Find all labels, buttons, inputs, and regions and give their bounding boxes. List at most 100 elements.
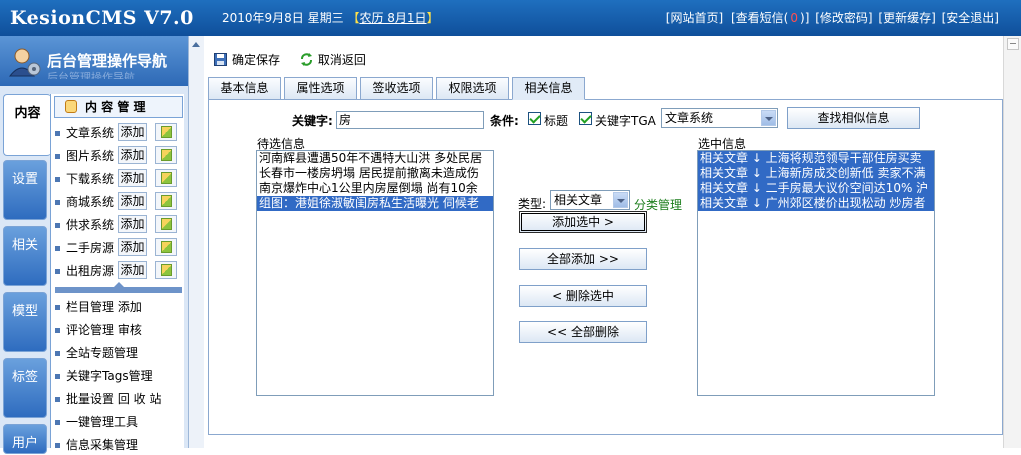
top-header: KesionCMS V7.0 2010年9月8日 星期三 【农历 8月1日】 [… [0, 0, 1021, 36]
add-all-button[interactable]: 全部添加 >> [519, 248, 647, 270]
save-label: 确定保存 [232, 53, 281, 67]
tab-attributes[interactable]: 属性选项 [284, 77, 357, 100]
vtab-model[interactable]: 模型 [3, 292, 47, 352]
bullet-icon [55, 246, 60, 251]
vtab-users[interactable]: 用户 [3, 424, 47, 454]
bullet-icon [55, 328, 60, 333]
candidate-item-selected[interactable]: 组图：港姐徐淑敏闺房私生活曝光 伺候老 [257, 196, 493, 211]
type-select[interactable]: 相关文章 [550, 190, 630, 210]
edit-download-button[interactable] [155, 169, 177, 187]
delete-all-button[interactable]: << 全部删除 [519, 321, 647, 343]
menu-column-manage[interactable]: 栏目管理 添加 [55, 298, 142, 315]
vtab-users-label: 用户 [12, 436, 38, 451]
messages-link[interactable]: [查看短信(0)] [729, 11, 809, 25]
selected-list[interactable]: 相关文章 ↓ 上海将规范领导干部住房买卖 相关文章 ↓ 上海新房成交创新低 卖家… [697, 150, 935, 396]
scroll-up-arrow-icon[interactable] [191, 39, 202, 50]
vtab-content[interactable]: 内容 [3, 94, 51, 156]
refresh-icon [300, 53, 312, 66]
menu-supply-system[interactable]: 供求系统 [55, 216, 114, 233]
keyword-label: 关键字: [292, 114, 333, 128]
sidebar-scrollbar[interactable] [188, 36, 204, 448]
add-selected-button[interactable]: 添加选中 > [519, 211, 647, 233]
keyword-tag-checkbox[interactable] [579, 112, 592, 125]
add-image-button[interactable]: 添加 [118, 146, 147, 164]
menu-item-label: 出租房源 [66, 264, 115, 278]
add-shop-button[interactable]: 添加 [118, 192, 147, 210]
menu-collector-manage[interactable]: 信息采集管理 [55, 436, 138, 453]
menu-item-label: 批量设置 回 收 站 [66, 392, 162, 406]
bullet-icon [55, 374, 60, 379]
menu-batch-settings[interactable]: 批量设置 回 收 站 [55, 390, 161, 407]
edit-shop-button[interactable] [155, 192, 177, 210]
messages-link-suffix: )] [800, 11, 810, 25]
selected-item[interactable]: 相关文章 ↓ 二手房最大议价空间达10% 沪 [698, 181, 934, 196]
menu-item-label: 信息采集管理 [66, 438, 139, 452]
edit-pencil-icon [161, 264, 172, 276]
candidate-item[interactable]: 长春市一楼房坍塌 居民提前撤离未造成伤 [257, 166, 493, 181]
menu-item-label: 供求系统 [66, 218, 115, 232]
vtab-related[interactable]: 相关 [3, 226, 47, 286]
menu-item-label: 栏目管理 添加 [66, 300, 142, 314]
selected-item[interactable]: 相关文章 ↓ 上海将规范领导干部住房买卖 [698, 151, 934, 166]
tab-basic-info[interactable]: 基本信息 [208, 77, 281, 100]
title-checkbox[interactable] [528, 112, 541, 125]
sidebar-header: 后台管理操作导航 后台管理操作导航 [0, 36, 188, 86]
candidate-item[interactable]: 河南辉县遭遇50年不遇特大山洪 多处民居 [257, 151, 493, 166]
page-scrollbar[interactable] [1003, 36, 1021, 448]
menu-oneclick-tools[interactable]: 一键管理工具 [55, 413, 138, 430]
menu-comment-manage[interactable]: 评论管理 审核 [55, 321, 142, 338]
logout-link[interactable]: [安全退出] [942, 11, 999, 25]
add-secondhand-button[interactable]: 添加 [118, 238, 147, 256]
menu-article-system[interactable]: 文章系统 [55, 124, 114, 141]
menu-secondhand-house[interactable]: 二手房源 [55, 239, 114, 256]
bullet-icon [55, 200, 60, 205]
collapse-arrow-icon [114, 282, 124, 287]
vtab-tags[interactable]: 标签 [3, 358, 47, 418]
system-select-value: 文章系统 [665, 111, 714, 125]
tab-signoff[interactable]: 签收选项 [360, 77, 433, 100]
tab-related-info[interactable]: 相关信息 [512, 77, 585, 100]
candidates-list[interactable]: 河南辉县遭遇50年不遇特大山洪 多处民居 长春市一楼房坍塌 居民提前撤离未造成伤… [256, 150, 494, 396]
menu-tags-manage[interactable]: 关键字Tags管理 [55, 367, 153, 384]
menu-shop-system[interactable]: 商城系统 [55, 193, 114, 210]
keyword-input[interactable]: 房 [336, 111, 484, 129]
candidate-item[interactable]: 南京爆炸中心1公里内房屋倒塌 尚有10余 [257, 181, 493, 196]
menu-rental-house[interactable]: 出租房源 [55, 262, 114, 279]
scroll-up-button[interactable] [1007, 38, 1019, 50]
edit-image-button[interactable] [155, 146, 177, 164]
update-cache-link[interactable]: [更新缓存] [878, 11, 935, 25]
find-similar-button[interactable]: 查找相似信息 [787, 107, 920, 129]
bullet-icon [55, 397, 60, 402]
edit-article-button[interactable] [155, 123, 177, 141]
cancel-back-button[interactable]: 取消返回 [300, 51, 366, 68]
lunar-date-link[interactable]: 农历 8月1日 [359, 11, 426, 25]
menu-image-system[interactable]: 图片系统 [55, 147, 114, 164]
menu-item-label: 下载系统 [66, 172, 115, 186]
tab-permissions[interactable]: 权限选项 [436, 77, 509, 100]
menu-download-system[interactable]: 下载系统 [55, 170, 114, 187]
edit-rental-button[interactable] [155, 261, 177, 279]
vtab-settings[interactable]: 设置 [3, 160, 47, 220]
delete-selected-button[interactable]: < 删除选中 [519, 285, 647, 307]
add-article-button[interactable]: 添加 [118, 123, 147, 141]
edit-pencil-icon [161, 195, 172, 207]
change-password-link[interactable]: [修改密码] [815, 11, 872, 25]
system-select[interactable]: 文章系统 [661, 108, 778, 128]
add-supply-button[interactable]: 添加 [118, 215, 147, 233]
bullet-icon [55, 131, 60, 136]
menu-topic-manage[interactable]: 全站专题管理 [55, 344, 138, 361]
home-link[interactable]: [网站首页] [666, 11, 723, 25]
sidebar: 后台管理操作导航 后台管理操作导航 内容 设置 相关 模型 标签 用户 内 容 … [0, 36, 188, 454]
save-button[interactable]: 确定保存 [214, 51, 280, 68]
chevron-down-icon [613, 192, 628, 208]
selected-item[interactable]: 相关文章 ↓ 广州郊区楼价出现松动 炒房者 [698, 196, 934, 211]
add-download-button[interactable]: 添加 [118, 169, 147, 187]
edit-pencil-icon [161, 126, 172, 138]
add-rental-button[interactable]: 添加 [118, 261, 147, 279]
menu-collapse-bar[interactable] [55, 282, 182, 293]
edit-secondhand-button[interactable] [155, 238, 177, 256]
bullet-icon [55, 351, 60, 356]
selected-item[interactable]: 相关文章 ↓ 上海新房成交创新低 卖家不满 [698, 166, 934, 181]
lunar-open-bracket: 【 [347, 11, 360, 25]
edit-supply-button[interactable] [155, 215, 177, 233]
